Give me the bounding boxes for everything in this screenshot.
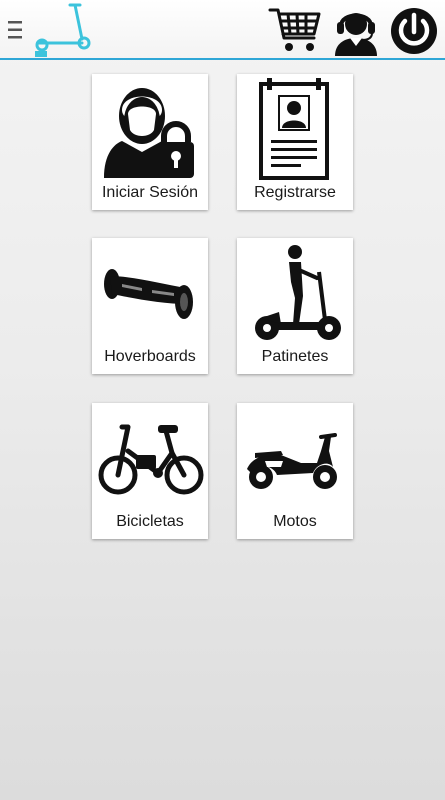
register-tile-label: Registrarse <box>254 184 336 201</box>
customer-support-icon[interactable] <box>332 4 380 56</box>
motos-tile[interactable]: Motos <box>237 403 353 539</box>
bicicletas-tile-label: Bicicletas <box>116 513 184 530</box>
scooter-rider-icon <box>255 245 341 340</box>
top-bar <box>0 0 445 60</box>
shopping-cart-icon[interactable] <box>268 6 322 54</box>
register-tile[interactable]: Registrarse <box>237 74 353 210</box>
power-icon[interactable] <box>389 6 439 56</box>
scooter-logo-icon <box>35 3 91 57</box>
login-tile-label: Iniciar Sesión <box>101 184 199 201</box>
user-lock-icon <box>104 88 194 178</box>
login-tile[interactable]: Iniciar Sesión <box>92 74 208 210</box>
hoverboards-tile[interactable]: Hoverboards <box>92 238 208 374</box>
motos-tile-label: Motos <box>273 513 317 530</box>
hamburger-menu-icon[interactable] <box>6 17 24 43</box>
id-badge-icon <box>259 78 329 180</box>
patinetes-tile-label: Patinetes <box>261 348 329 365</box>
motorbike-icon <box>247 433 337 489</box>
bicicletas-tile[interactable]: Bicicletas <box>92 403 208 539</box>
bicycle-icon <box>98 424 204 495</box>
patinetes-tile[interactable]: Patinetes <box>237 238 353 374</box>
hoverboard-icon <box>104 269 193 319</box>
hoverboards-tile-label: Hoverboards <box>104 348 196 365</box>
